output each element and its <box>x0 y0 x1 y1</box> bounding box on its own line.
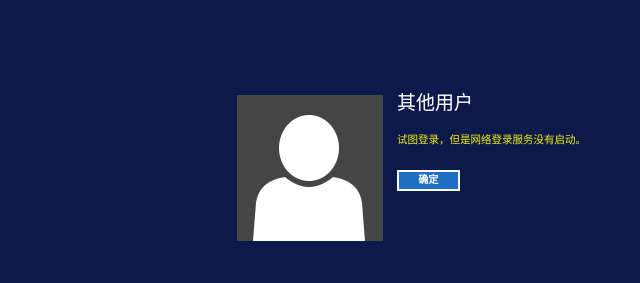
ok-button[interactable]: 确定 <box>397 170 460 191</box>
user-silhouette-icon <box>253 115 365 241</box>
user-avatar <box>237 95 383 241</box>
username-label: 其他用户 <box>397 92 474 114</box>
login-error-message: 试图登录，但是网络登录服务没有启动。 <box>397 134 586 146</box>
lock-screen: 其他用户 试图登录，但是网络登录服务没有启动。 确定 <box>0 0 640 283</box>
